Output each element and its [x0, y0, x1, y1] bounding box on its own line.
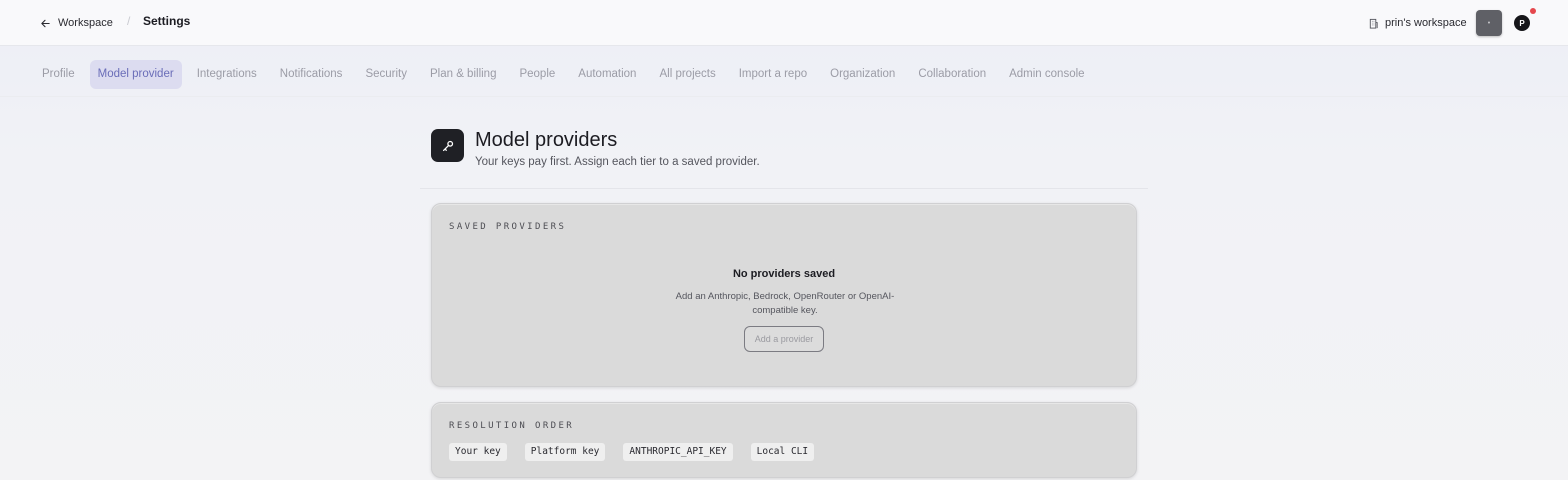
breadcrumb-separator: / — [127, 14, 131, 28]
tab-collaboration[interactable]: Collaboration — [910, 60, 994, 89]
building-icon — [1369, 18, 1378, 29]
tab-admin-console[interactable]: Admin console — [1001, 60, 1092, 89]
tab-automation[interactable]: Automation — [570, 60, 644, 89]
order-item-local-cli: Local CLI — [750, 443, 815, 461]
dot-icon: • — [1487, 19, 1491, 27]
tabs-divider — [0, 96, 1568, 97]
empty-state-text: Add an Anthropic, Bedrock, OpenRouter or… — [675, 291, 895, 316]
tab-all-projects[interactable]: All projects — [651, 60, 723, 89]
tab-model-provider[interactable]: Model provider — [89, 60, 182, 89]
tab-import-repo[interactable]: Import a repo — [731, 60, 815, 89]
order-item-env-key: ANTHROPIC_API_KEY — [623, 443, 733, 461]
breadcrumb-current: Settings — [143, 14, 191, 28]
order-item-platform-key: Platform key — [524, 443, 606, 461]
header-divider — [420, 188, 1148, 189]
tab-security[interactable]: Security — [357, 60, 415, 89]
settings-tabs: Profile Model provider Integrations Noti… — [34, 60, 1100, 89]
user-avatar[interactable]: P — [1514, 15, 1530, 31]
resolution-order-card: RESOLUTION ORDER Your key Platform key A… — [431, 402, 1137, 478]
empty-state-title: No providers saved — [732, 268, 836, 280]
key-icon — [431, 129, 464, 162]
order-item-your-key: Your key — [449, 443, 507, 461]
top-bar: Workspace / Settings prin's workspace • … — [0, 0, 1568, 46]
arrow-left-icon — [41, 19, 50, 27]
tab-notifications[interactable]: Notifications — [272, 60, 351, 89]
back-link-label: Workspace — [58, 17, 113, 29]
notification-dot — [1530, 8, 1536, 14]
tab-integrations[interactable]: Integrations — [189, 60, 265, 89]
resolution-order-label: RESOLUTION ORDER — [449, 421, 575, 431]
resolution-order-list: Your key Platform key ANTHROPIC_API_KEY … — [449, 443, 815, 461]
tab-plan-billing[interactable]: Plan & billing — [422, 60, 504, 89]
tab-profile[interactable]: Profile — [34, 60, 83, 89]
page-title: Model providers — [475, 129, 618, 151]
tab-people[interactable]: People — [511, 60, 563, 89]
saved-providers-label: SAVED PROVIDERS — [449, 222, 567, 232]
saved-providers-card: SAVED PROVIDERS No providers saved Add a… — [431, 203, 1137, 387]
workspace-switcher[interactable]: prin's workspace — [1368, 14, 1467, 32]
workspace-name: prin's workspace — [1385, 17, 1467, 29]
app-menu-button[interactable]: • — [1476, 10, 1502, 36]
tab-organization[interactable]: Organization — [822, 60, 903, 89]
add-provider-button[interactable]: Add a provider — [744, 326, 824, 352]
page-subtitle: Your keys pay first. Assign each tier to… — [475, 156, 760, 168]
back-to-workspace-link[interactable]: Workspace — [40, 14, 113, 32]
